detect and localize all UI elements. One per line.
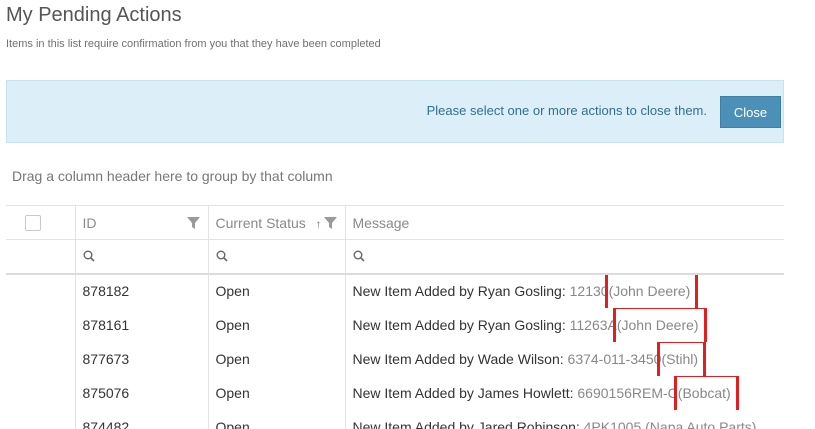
cell-message: New Item Added by Ryan Gosling: 12130(Jo…	[345, 273, 784, 308]
table-row[interactable]: 875076 Open New Item Added by James Howl…	[6, 375, 784, 410]
search-icon[interactable]	[83, 250, 201, 262]
column-label-id: ID	[82, 214, 97, 231]
search-icon[interactable]	[216, 250, 338, 262]
page-subtitle: Items in this list require confirmation …	[6, 38, 381, 50]
column-label-status: Current Status	[215, 214, 306, 231]
filter-cell-message[interactable]	[345, 239, 784, 275]
cell-status: Open	[208, 341, 346, 376]
filter-row	[6, 239, 784, 275]
table-row[interactable]: 878182 Open New Item Added by Ryan Gosli…	[6, 273, 784, 308]
message-text: New Item Added by Wade Wilson:	[352, 350, 564, 367]
part-number: 6690156REM-C	[577, 384, 678, 401]
info-bar: Please select one or more actions to clo…	[6, 80, 784, 143]
cell-status: Open	[208, 307, 346, 342]
message-text: New Item Added by Jared Robinson:	[352, 418, 580, 429]
cell-message: New Item Added by Jared Robinson: 4PK100…	[345, 410, 784, 429]
vendor-name: (Bobcat)	[673, 375, 739, 410]
row-select-cell[interactable]	[6, 375, 76, 410]
cell-status: Open	[208, 375, 346, 410]
close-button[interactable]: Close	[720, 96, 781, 128]
cell-id: 878182	[75, 273, 209, 308]
vendor-name: (Stihl)	[657, 341, 707, 376]
cell-id: 878161	[75, 307, 209, 342]
cell-message: New Item Added by Wade Wilson: 6374-011-…	[345, 341, 784, 376]
table-row[interactable]: 877673 Open New Item Added by Wade Wilso…	[6, 341, 784, 376]
part-number: 4PK1005	[583, 418, 642, 429]
cell-status: Open	[208, 273, 346, 308]
cell-status: Open	[208, 409, 346, 429]
column-header-message[interactable]: Message	[345, 205, 784, 240]
part-number: 6374-011-3450	[567, 350, 662, 367]
row-select-cell[interactable]	[6, 409, 76, 429]
filter-icon[interactable]	[323, 216, 337, 232]
page-title: My Pending Actions	[6, 4, 182, 26]
cell-id: 875076	[75, 375, 209, 410]
row-select-cell[interactable]	[6, 341, 76, 376]
pending-actions-grid: ID Current Status ↑ Message 878182 Open …	[6, 205, 784, 429]
search-icon[interactable]	[353, 250, 778, 262]
header-row: ID Current Status ↑ Message	[6, 205, 784, 240]
group-by-panel[interactable]: Drag a column header here to group by th…	[12, 168, 333, 184]
cell-message: New Item Added by James Howlett: 6690156…	[345, 375, 784, 410]
cell-id: 877673	[75, 341, 209, 376]
info-message: Please select one or more actions to clo…	[426, 103, 707, 118]
part-number: 11263A	[569, 316, 617, 333]
filter-cell-id[interactable]	[75, 239, 209, 275]
cell-id: 874482	[75, 409, 209, 429]
select-all-checkbox[interactable]	[25, 215, 41, 232]
vendor-name: (Napa Auto Parts)	[645, 418, 757, 429]
filter-cell-select	[6, 239, 76, 275]
sort-asc-icon[interactable]: ↑	[316, 217, 322, 231]
table-row[interactable]: 878161 Open New Item Added by Ryan Gosli…	[6, 307, 784, 342]
filter-cell-status[interactable]	[208, 239, 346, 275]
column-header-id[interactable]: ID	[75, 205, 209, 240]
part-number: 12130	[569, 283, 609, 299]
vendor-name: (John Deere)	[604, 273, 699, 308]
cell-message: New Item Added by Ryan Gosling: 11263A(J…	[345, 307, 784, 342]
row-select-cell[interactable]	[6, 273, 76, 308]
select-all-header[interactable]	[6, 205, 76, 240]
message-text: New Item Added by James Howlett:	[352, 384, 574, 401]
message-text: New Item Added by Ryan Gosling:	[352, 283, 566, 299]
vendor-name: (John Deere)	[612, 307, 707, 342]
column-header-status[interactable]: Current Status ↑	[208, 205, 346, 240]
table-row[interactable]: 874482 Open New Item Added by Jared Robi…	[6, 409, 784, 429]
row-select-cell[interactable]	[6, 307, 76, 342]
column-label-message: Message	[352, 214, 410, 231]
filter-icon[interactable]	[186, 216, 200, 232]
message-text: New Item Added by Ryan Gosling:	[352, 316, 566, 333]
